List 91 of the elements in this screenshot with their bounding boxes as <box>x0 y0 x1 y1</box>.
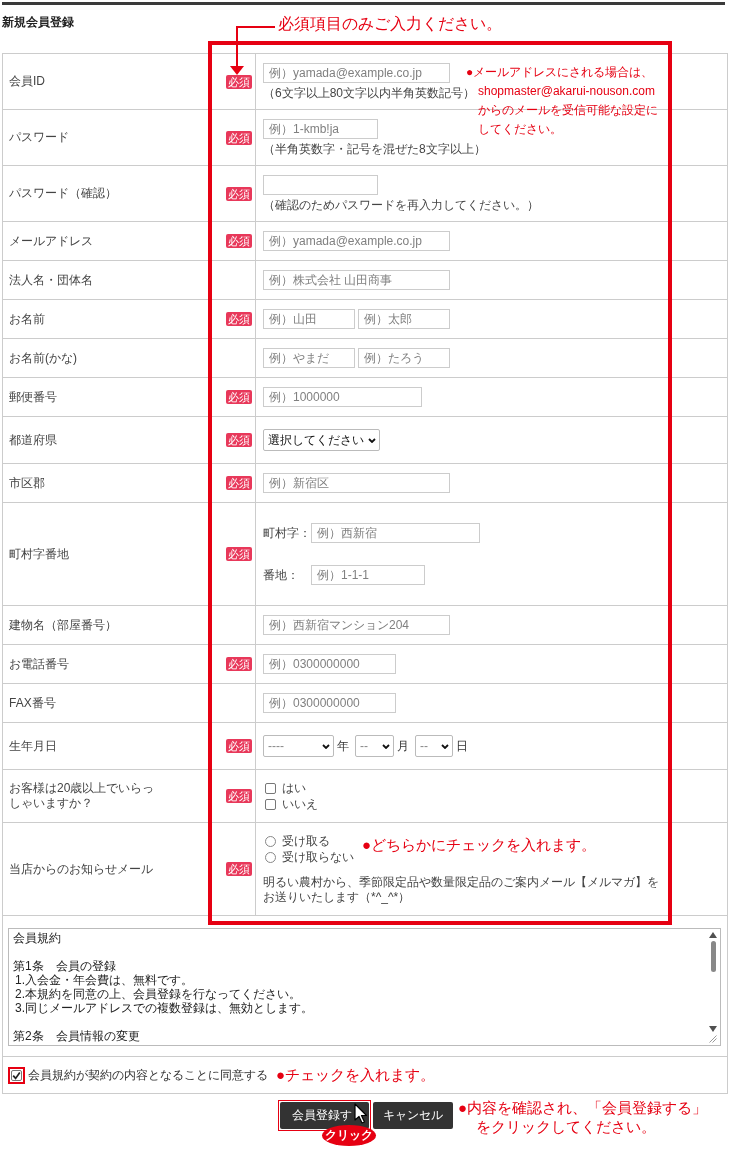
field-label: お名前(かな) <box>9 350 77 366</box>
input-field[interactable]: 例）たろう <box>358 348 450 368</box>
annotation-text: ●どちらかにチェックを入れます。 <box>362 835 597 855</box>
chevron-down-icon <box>368 437 376 443</box>
option-label: はい <box>282 779 306 797</box>
option-label: 受け取る <box>282 832 330 850</box>
unit-label: 日 <box>456 737 468 755</box>
checkbox[interactable] <box>265 782 276 794</box>
terms-item: 1.入会金・年会費は、無料です。 <box>15 973 193 987</box>
radio-button[interactable] <box>265 835 276 847</box>
cancel-button[interactable]: キャンセル <box>372 1102 453 1129</box>
chevron-down-icon <box>441 743 449 749</box>
mouse-pointer-icon <box>353 1103 368 1124</box>
required-badge: 必須 <box>225 234 252 248</box>
unit-label: 年 <box>337 737 349 755</box>
option-label: 受け取らない <box>282 848 354 866</box>
dropdown[interactable]: ---- <box>263 735 334 757</box>
field-label: メールアドレス <box>9 233 93 249</box>
hint-text: （確認のためパスワードを再入力してください。） <box>263 198 539 212</box>
required-badge: 必須 <box>225 657 252 671</box>
required-badge: 必須 <box>225 547 252 561</box>
input-field[interactable]: 例）山田 <box>263 309 355 329</box>
field-label: お電話番号 <box>9 656 69 672</box>
input-field[interactable]: 例）西新宿 <box>311 523 480 543</box>
field-label: お客様は20歳以上でいらっしゃいますか？ <box>9 781 156 811</box>
required-badge: 必須 <box>225 74 252 89</box>
input-field[interactable]: 例）0300000000 <box>263 654 396 674</box>
note-text: 明るい農村から、季節限定品や数量限定品のご案内メール【メルマガ】をお送りいたします（*^_^*） <box>263 875 660 905</box>
annotation-text: ●内容を確認され、「会員登録する」 をクリックしてください。 <box>458 1098 708 1136</box>
annotation-text: 必須項目のみご入力ください。 <box>278 14 502 34</box>
scrollbar-thumb[interactable] <box>710 941 716 972</box>
field-label: 市区郡 <box>9 475 45 491</box>
hint-text: （半角英数字・記号を混ぜた8文字以上） <box>263 142 486 156</box>
input-field[interactable]: 例）新宿区 <box>263 473 450 493</box>
field-label: パスワード <box>9 130 69 145</box>
option-label: いいえ <box>282 795 318 813</box>
input-field[interactable]: 例）太郎 <box>358 309 450 329</box>
required-badge: 必須 <box>225 476 252 490</box>
page-title: 新規会員登録 <box>2 15 74 30</box>
field-label: 建物名（部屋番号） <box>9 617 117 633</box>
terms-item: 3.同じメールアドレスでの複数登録は、無効とします。 <box>15 1001 313 1015</box>
terms-heading: 第2条 会員情報の変更 <box>13 1029 140 1043</box>
input-field[interactable]: 例）yamada@example.co.jp <box>263 63 450 83</box>
terms-title: 会員規約 <box>13 931 61 945</box>
input-field[interactable]: 例）西新宿マンション204 <box>263 615 450 635</box>
required-badge: 必須 <box>225 862 252 876</box>
field-label: 番地： <box>263 566 300 584</box>
annotation-text: ●チェックを入れます。 <box>276 1065 436 1085</box>
input-field[interactable]: 例）yamada@example.co.jp <box>263 231 450 251</box>
field-label: パスワード（確認） <box>9 186 117 201</box>
input-field[interactable]: 例）1000000 <box>263 387 422 407</box>
input-field[interactable]: 例）株式会社 山田商事 <box>263 270 450 290</box>
field-label: 法人名・団体名 <box>9 272 93 288</box>
resize-grip-icon[interactable] <box>709 1035 717 1043</box>
required-badge: 必須 <box>225 789 252 803</box>
input-field[interactable] <box>263 175 378 195</box>
field-label: 生年月日 <box>9 738 57 754</box>
radio-button[interactable] <box>265 851 276 863</box>
field-label: 郵便番号 <box>9 389 57 405</box>
input-field[interactable]: 例）1-kmb!ja <box>263 119 378 139</box>
field-label: 町村字番地 <box>9 546 69 562</box>
required-badge: 必須 <box>225 433 252 447</box>
required-badge: 必須 <box>225 390 252 404</box>
checkbox[interactable] <box>265 798 276 810</box>
unit-label: 月 <box>397 737 409 755</box>
field-label: お名前 <box>9 311 45 327</box>
field-label: 会員ID <box>9 74 45 89</box>
dropdown[interactable]: 選択してください <box>263 429 380 451</box>
field-label: 当店からのお知らせメール <box>9 861 153 877</box>
scroll-down-icon[interactable] <box>709 1026 717 1032</box>
field-label: 町村字： <box>263 524 311 542</box>
chevron-down-icon <box>322 743 330 749</box>
field-label: 都道府県 <box>9 432 57 448</box>
dropdown[interactable]: -- <box>415 735 453 757</box>
terms-item: 2.本規約を同意の上、会員登録を行なってください。 <box>15 987 301 1001</box>
required-badge: 必須 <box>225 739 252 753</box>
input-field[interactable]: 例）0300000000 <box>263 693 396 713</box>
input-field[interactable]: 例）1-1-1 <box>311 565 425 585</box>
chevron-down-icon <box>382 743 390 749</box>
terms-heading: 第1条 会員の登録 <box>13 959 116 973</box>
input-field[interactable]: 例）やまだ <box>263 348 355 368</box>
check-icon <box>12 1070 21 1080</box>
terms-textarea[interactable]: 会員規約 第1条 会員の登録 1.入会金・年会費は、無料です。 2.本規約を同意の上、会員登録を行なってください。 3.同じメールアドレスでの複数登録は、無効とします。 第2条 会員情報の変更 <box>8 928 721 1046</box>
dropdown[interactable]: -- <box>355 735 394 757</box>
scroll-up-icon[interactable] <box>709 932 717 938</box>
click-callout: クリック <box>321 1125 376 1146</box>
field-label: FAX番号 <box>9 695 56 711</box>
required-badge: 必須 <box>225 186 252 201</box>
agree-label: 会員規約が契約の内容となることに同意する <box>28 1066 268 1084</box>
required-badge: 必須 <box>225 130 252 145</box>
required-badge: 必須 <box>225 312 252 326</box>
